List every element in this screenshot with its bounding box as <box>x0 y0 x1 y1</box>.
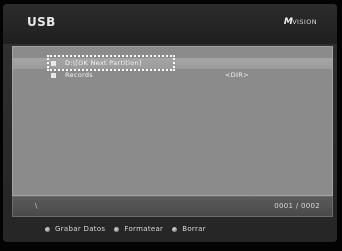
header-bar: USB MVISION <box>3 4 337 44</box>
list-item-type: <DIR> <box>225 71 249 79</box>
format-label: Formatear <box>124 225 164 233</box>
focus-highlight <box>47 55 175 71</box>
delete-label: Borrar <box>182 225 206 233</box>
format-button[interactable]: Formatear <box>114 225 163 233</box>
color-key-icon <box>114 226 120 232</box>
list-item-name: Records <box>65 71 93 79</box>
save-data-button[interactable]: Grabar Datos <box>45 225 105 233</box>
footer-bar: Grabar Datos Formatear Borrar <box>3 217 337 242</box>
delete-button[interactable]: Borrar <box>172 225 206 233</box>
item-counter: 0001 / 0002 <box>274 202 320 210</box>
usb-browser-window: USB MVISION D:\[OK Next Partition] Recor… <box>3 4 337 242</box>
brand-text: VISION <box>292 18 317 26</box>
save-data-label: Grabar Datos <box>55 225 106 233</box>
folder-icon <box>51 73 56 78</box>
status-bar: \ 0001 / 0002 <box>12 196 333 217</box>
list-item-records[interactable]: Records <DIR> <box>13 70 332 81</box>
color-key-icon <box>172 226 178 232</box>
footer-actions: Grabar Datos Formatear Borrar <box>45 225 206 233</box>
tv-screen: USB MVISION D:\[OK Next Partition] Recor… <box>0 0 342 251</box>
file-list[interactable]: D:\[OK Next Partition] Records <DIR> <box>12 46 333 196</box>
current-path: \ <box>35 202 38 210</box>
color-key-icon <box>45 226 50 232</box>
page-title: USB <box>27 15 56 29</box>
brand-logo: MVISION <box>284 17 317 27</box>
